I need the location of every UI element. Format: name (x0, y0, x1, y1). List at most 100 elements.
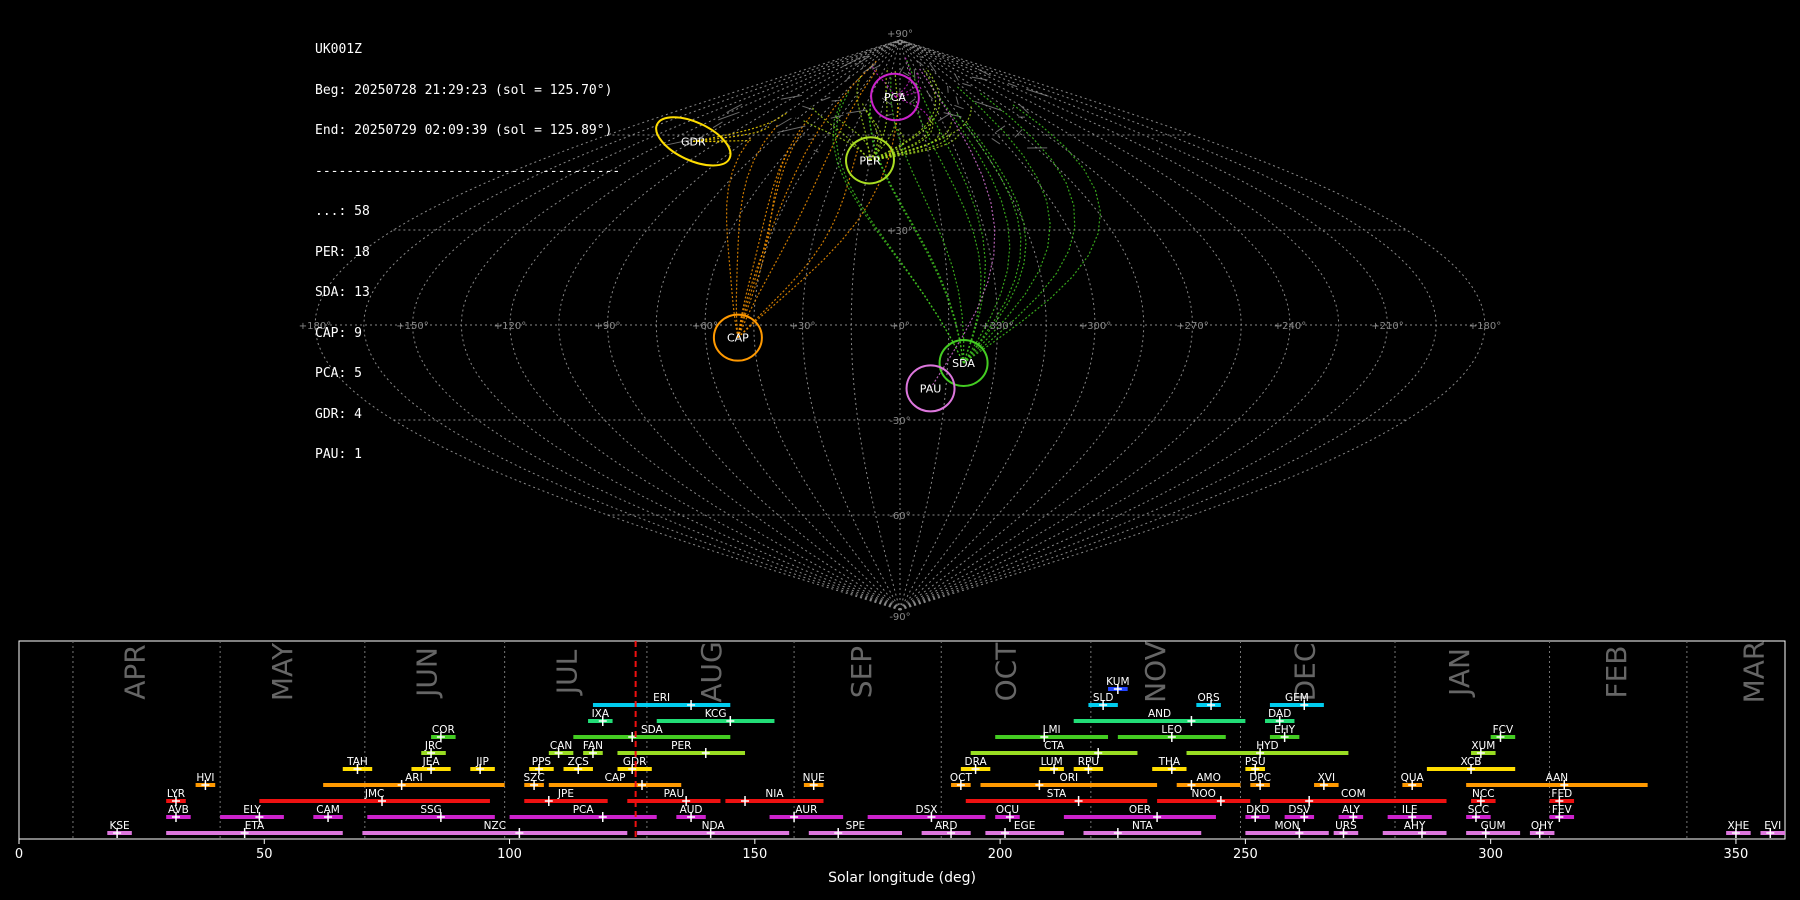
shower-label: NCC (1472, 788, 1495, 800)
radiant-label: SDA (952, 357, 975, 370)
meteor-track (725, 137, 752, 338)
radiant-label: PAU (920, 382, 942, 395)
shower-label: ELY (243, 804, 261, 816)
shower-label: ARI (405, 772, 423, 784)
shower-label: HYD (1256, 740, 1278, 752)
month-label: MAR (1738, 641, 1771, 704)
separator: --------------------------------------- (315, 163, 621, 179)
shower-label: NDA (702, 820, 726, 832)
shower-label: AUR (795, 804, 817, 816)
month-label: JAN (1443, 648, 1476, 698)
shower-label: JEA (422, 756, 441, 768)
radiant-per: PER (845, 136, 895, 185)
shower-label: ZCS (568, 756, 590, 768)
shower-label: KCG (705, 708, 727, 720)
count-pca: PCA: 5 (315, 366, 362, 381)
shower-label: ORS (1197, 692, 1220, 704)
month-label: JUN (411, 647, 444, 699)
sporadic-streak (780, 94, 803, 100)
sporadic-streak (962, 82, 972, 87)
x-tick-label: 200 (988, 847, 1013, 862)
shower-label: STA (1047, 788, 1067, 800)
meteor-track (912, 102, 982, 364)
shower-label: ORI (1059, 772, 1078, 784)
shower-label: SZC (523, 772, 544, 784)
meteor-track (737, 112, 814, 338)
lon-tick-label: +0° (890, 321, 910, 332)
sporadic-streak (1018, 103, 1030, 114)
shower-label: NTA (1132, 820, 1153, 832)
shower-label: FED (1551, 788, 1572, 800)
meteor-track (735, 123, 779, 338)
shower-label: PPS (532, 756, 552, 768)
shower-label: DRA (965, 756, 988, 768)
shower-label: FCV (1493, 724, 1514, 736)
x-tick-label: 0 (15, 847, 23, 862)
sporadic-streak (955, 96, 959, 105)
shower-label: JPE (557, 788, 574, 800)
lon-tick-label: +180° (1469, 321, 1501, 332)
sporadic-streak (971, 76, 988, 81)
shower-label: OCU (996, 804, 1019, 816)
shower-label: ETA (245, 820, 265, 832)
shower-label: XVI (1318, 772, 1335, 784)
month-label: FEB (1600, 645, 1633, 698)
shower-label: LYR (167, 788, 185, 800)
shower-label: DSV (1288, 804, 1311, 816)
sporadic-streak (861, 64, 865, 70)
shower-label: AHY (1404, 820, 1426, 832)
shower-label: ILE (1402, 804, 1418, 816)
shower-label: HVI (196, 772, 214, 784)
sporadic-streak (919, 56, 923, 58)
end-time: End: 20250729 02:09:39 (sol = 125.89°) (315, 123, 613, 138)
shower-label: LUM (1041, 756, 1063, 768)
month-label: MAY (266, 642, 299, 701)
shower-label: OHY (1531, 820, 1554, 832)
shower-label: PAU (664, 788, 685, 800)
shower-label: SSG (420, 804, 441, 816)
shower-label: JIP (475, 756, 489, 768)
lon-tick-label: +240° (1274, 321, 1306, 332)
shower-label: PER (671, 740, 691, 752)
meteor-track (737, 69, 877, 338)
shower-label: ALY (1342, 804, 1361, 816)
shower-label: NOO (1191, 788, 1215, 800)
month-label: OCT (989, 642, 1022, 702)
sporadic-streak (1026, 88, 1049, 97)
radiant-cap: CAP (712, 313, 763, 362)
lon-tick-label: +330° (981, 321, 1013, 332)
shower-label: AUD (680, 804, 703, 816)
radiant-label: GDR (681, 135, 706, 148)
shower-label: CAN (550, 740, 572, 752)
shower-label: NZC (484, 820, 506, 832)
count-sporadic: ...: 58 (315, 204, 370, 219)
shower-label: FEV (1552, 804, 1573, 816)
sporadic-streak (909, 98, 916, 104)
begin-time: Beg: 20250728 21:29:23 (sol = 125.70°) (315, 82, 613, 98)
shower-label: QUA (1401, 772, 1425, 784)
x-tick-label: 100 (497, 847, 522, 862)
lat-tick-label: -90° (889, 612, 910, 623)
shower-label: XUM (1471, 740, 1495, 752)
shower-label: DAD (1268, 708, 1291, 720)
x-axis-label: Solar longitude (deg) (828, 870, 976, 886)
sporadic-streak (954, 74, 959, 81)
sporadic-streak (777, 125, 806, 133)
count-pau: PAU: 1 (315, 447, 362, 462)
shower-label: NUE (803, 772, 825, 784)
sporadic-streak (913, 69, 916, 79)
shower-label: PCA (573, 804, 595, 816)
shower-label: DKD (1246, 804, 1269, 816)
shower-label: ERI (653, 692, 670, 704)
month-label: JUL (550, 649, 583, 696)
shower-label: LEO (1161, 724, 1182, 736)
shower-label: SLD (1093, 692, 1114, 704)
radiant-label: PCA (884, 91, 906, 104)
shower-label: SDA (641, 724, 664, 736)
shower-timeline: APR MAY JUN JUL AUG SEP OCT NOV DEC JAN FEB MARKUME… (15, 640, 1786, 886)
station-label: UK001Z (315, 42, 362, 57)
shower-label: DSX (916, 804, 938, 816)
shower-label: GEM (1285, 692, 1309, 704)
shower-label: ARD (935, 820, 958, 832)
sporadic-streak (919, 62, 921, 64)
